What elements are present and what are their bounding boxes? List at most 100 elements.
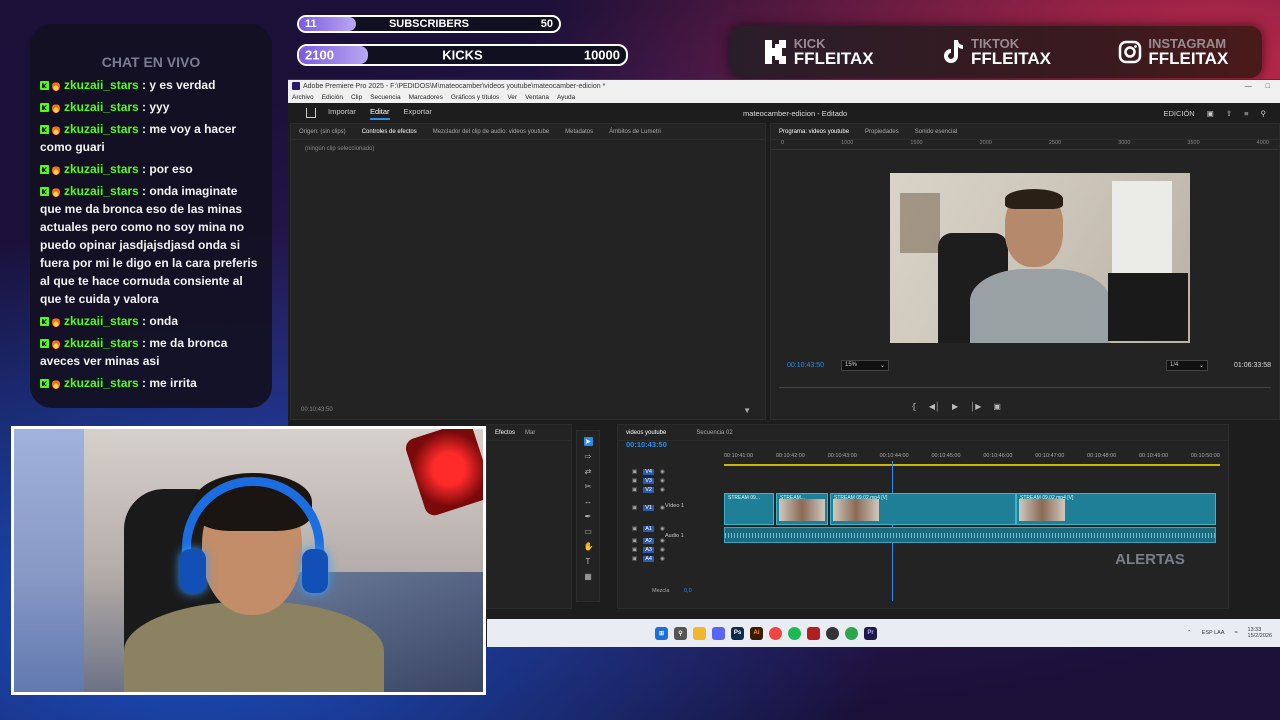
photoshop-icon[interactable]: Ps [731, 626, 744, 640]
mark-in-icon[interactable]: ⦃ [911, 402, 917, 411]
program-timecode[interactable]: 00:10:43:50 [787, 362, 824, 369]
home-icon[interactable] [306, 108, 316, 118]
mix-value[interactable]: 0,0 [684, 588, 692, 594]
timeline-clip[interactable]: STREAM... [776, 493, 828, 525]
menu-item[interactable]: Archivo [292, 94, 314, 101]
chat-username[interactable]: zkuzaii_stars [64, 78, 139, 92]
panel-tab[interactable]: Programa: videos youtube [779, 129, 849, 135]
search-icon[interactable]: ⚲ [1261, 109, 1267, 118]
panel-tab[interactable]: Metadatos [565, 129, 593, 135]
zoom-select[interactable]: 15% ⌄ [841, 360, 889, 371]
track-select-icon[interactable]: ⇨ [584, 452, 593, 461]
track-header[interactable]: ▣ V3 ◉ [632, 476, 722, 485]
lock-icon[interactable]: ▣ [632, 469, 637, 475]
discord-icon[interactable] [712, 626, 725, 640]
menu-item[interactable]: Ventana [525, 94, 549, 101]
ripple-edit-icon[interactable]: ⇄ [584, 467, 593, 476]
workspace-label[interactable]: EDICIÓN [1163, 109, 1194, 118]
panel-tab[interactable]: Mar [525, 430, 535, 436]
slip-tool-icon[interactable]: ↔ [584, 497, 593, 506]
panel-tab[interactable]: Ámbitos de Lumetri [609, 129, 661, 135]
eye-icon[interactable]: ◉ [660, 556, 665, 562]
hand-tool-icon[interactable]: ✋ [584, 542, 594, 551]
menu-item[interactable]: Ayuda [557, 94, 575, 101]
chat-username[interactable]: zkuzaii_stars [64, 100, 139, 114]
eye-icon[interactable]: ◉ [660, 526, 665, 532]
chrome-icon[interactable] [769, 626, 782, 640]
eye-icon[interactable]: ◉ [660, 547, 665, 553]
search-icon[interactable]: ⚲ [674, 626, 687, 640]
eye-icon[interactable]: ◉ [660, 469, 665, 475]
tab-exportar[interactable]: Exportar [404, 107, 432, 120]
file-explorer-icon[interactable] [693, 626, 706, 640]
chevron-up-icon[interactable]: ⌃ [1187, 630, 1192, 636]
timeline-clip[interactable]: STREAM 09... [724, 493, 774, 525]
export-frame-icon[interactable]: ▣ [993, 402, 1001, 411]
tab-importar[interactable]: Importar [328, 107, 356, 120]
timeline-clip[interactable]: STREAM 09.02.mp4 [V] [1016, 493, 1216, 525]
razor-tool-icon[interactable]: ✂ [584, 482, 593, 491]
windows-start-icon[interactable]: ⊞ [655, 626, 668, 640]
lock-icon[interactable]: ▣ [632, 478, 637, 484]
track-header[interactable]: ▣ V4 ◉ [632, 467, 722, 476]
menu-item[interactable]: Secuencia [370, 94, 400, 101]
tab-editar[interactable]: Editar [369, 107, 390, 120]
menu-icon[interactable]: ≡ [1244, 109, 1248, 118]
caption-tool-icon[interactable]: ▦ [584, 572, 593, 581]
lock-icon[interactable]: ▣ [632, 547, 637, 553]
resolution-select[interactable]: 1/4 ⌄ [1166, 360, 1208, 371]
chat-username[interactable]: zkuzaii_stars [64, 184, 139, 198]
share-icon[interactable]: ⇧ [1226, 109, 1232, 118]
menu-item[interactable]: Ver [507, 94, 517, 101]
menu-item[interactable]: Clip [351, 94, 362, 101]
panel-tab[interactable]: Secuencia 02 [696, 430, 732, 436]
timeline-timecode[interactable]: 00:10:43:50 [626, 440, 667, 449]
rectangle-tool-icon[interactable]: ▭ [584, 527, 593, 536]
menu-item[interactable]: Edición [322, 94, 343, 101]
clock[interactable]: 13:33 15/2/2026 [1248, 627, 1272, 639]
filter-icon[interactable]: ▼ [743, 406, 751, 415]
panel-tab[interactable]: Mezclador del clip de audio: videos yout… [433, 129, 549, 135]
panel-tab[interactable]: videos youtube [626, 430, 666, 436]
timeline-clip[interactable]: STREAM 09.02.mp4 [V] [830, 493, 1016, 525]
lock-icon[interactable]: ▣ [632, 487, 637, 493]
track-header[interactable]: ▣ V2 ◉ [632, 485, 722, 494]
chat-username[interactable]: zkuzaii_stars [64, 336, 139, 350]
panel-tab[interactable]: Origen: (sin clips) [299, 129, 346, 135]
panel-tab[interactable]: Efectos [495, 430, 515, 436]
panel-tab[interactable]: Propiedades [865, 129, 899, 135]
program-scrubber[interactable] [779, 387, 1271, 391]
menu-item[interactable]: Gráficos y títulos [451, 94, 499, 101]
app-icon[interactable] [845, 626, 858, 640]
chat-username[interactable]: zkuzaii_stars [64, 314, 139, 328]
premiere-icon[interactable]: Pr [864, 626, 877, 640]
maximize-icon[interactable]: □ [1266, 83, 1270, 90]
track-header[interactable]: ▣ A4 ◉ [632, 554, 722, 563]
obs-icon[interactable] [826, 626, 839, 640]
selection-tool-icon[interactable]: ➤ [583, 437, 593, 446]
panel-tab[interactable]: Sonido esencial [915, 129, 957, 135]
menu-item[interactable]: Marcadores [409, 94, 443, 101]
lock-icon[interactable]: ▣ [632, 505, 637, 511]
play-icon[interactable]: ▶ [952, 402, 958, 411]
eye-icon[interactable]: ◉ [660, 487, 665, 493]
pen-tool-icon[interactable]: ✒ [584, 512, 593, 521]
step-back-icon[interactable]: ◀│ [929, 402, 940, 411]
minimize-icon[interactable]: — [1245, 83, 1252, 90]
app-icon[interactable] [807, 626, 820, 640]
track-header[interactable]: ▣ A3 ◉ [632, 545, 722, 554]
panel-icon[interactable]: ▣ [1207, 109, 1214, 118]
illustrator-icon[interactable]: Ai [750, 626, 763, 640]
step-forward-icon[interactable]: │▶ [970, 402, 981, 411]
wifi-icon[interactable]: ≈ [1235, 630, 1238, 636]
chat-username[interactable]: zkuzaii_stars [64, 122, 139, 136]
lock-icon[interactable]: ▣ [632, 556, 637, 562]
lock-icon[interactable]: ▣ [632, 526, 637, 532]
chat-username[interactable]: zkuzaii_stars [64, 162, 139, 176]
type-tool-icon[interactable]: T [584, 557, 593, 566]
chat-username[interactable]: zkuzaii_stars [64, 376, 139, 390]
spotify-icon[interactable] [788, 626, 801, 640]
eye-icon[interactable]: ◉ [660, 478, 665, 484]
language-indicator[interactable]: ESP LAA [1202, 630, 1225, 636]
panel-tab[interactable]: Controles de efectos [362, 129, 417, 135]
